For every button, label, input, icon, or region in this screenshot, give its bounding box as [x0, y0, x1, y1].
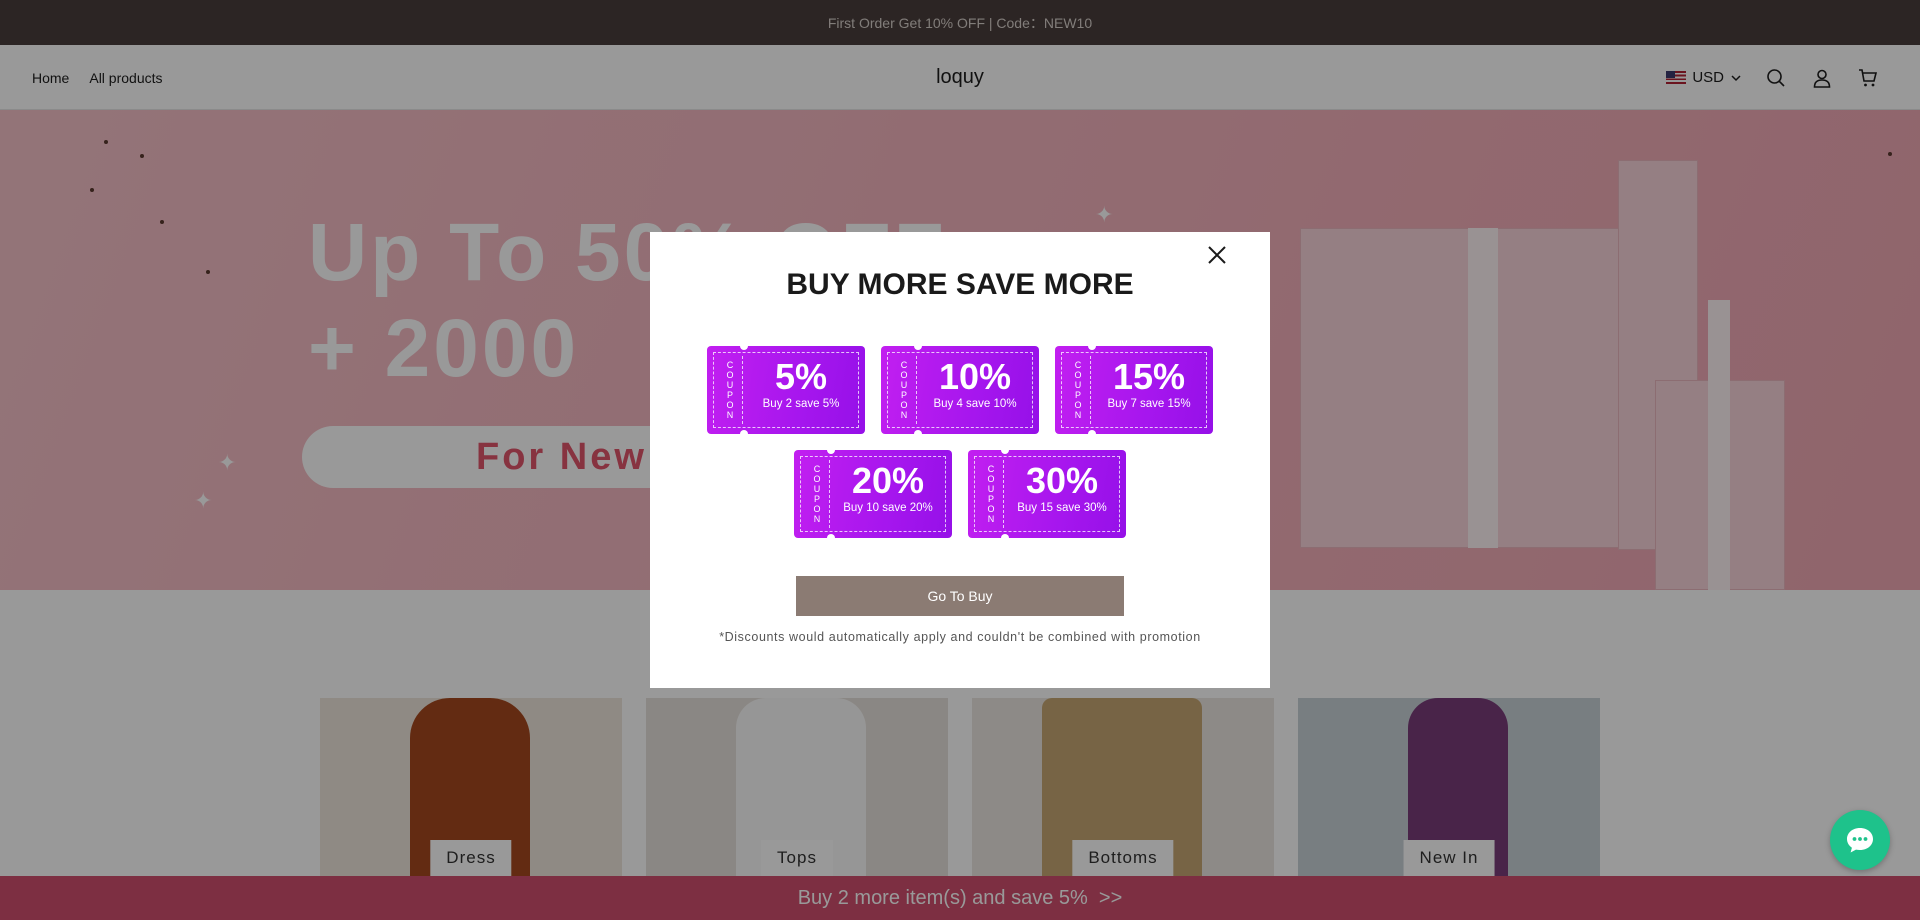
sticky-bar-text: Buy 2 more item(s) and save 5% >> — [797, 886, 1123, 909]
coupon-notch — [914, 342, 922, 350]
coupon-card[interactable]: COUPON 30% Buy 15 save 30% — [968, 446, 1126, 542]
coupon-stub: COUPON — [804, 460, 830, 528]
coupon-description: Buy 4 save 10% — [933, 398, 1017, 410]
coupon-notch — [1088, 342, 1096, 350]
coupon-notch — [827, 534, 835, 542]
coupon-card[interactable]: COUPON 15% Buy 7 save 15% — [1055, 342, 1213, 438]
coupon-card[interactable]: COUPON 10% Buy 4 save 10% — [881, 342, 1039, 438]
coupon-stub-text: COUPON — [899, 360, 909, 420]
coupon-stub-text: COUPON — [812, 464, 822, 524]
coupon-stub-text: COUPON — [1073, 360, 1083, 420]
coupon-stub: COUPON — [891, 356, 917, 424]
chat-button[interactable] — [1830, 810, 1890, 870]
coupon-percent: 20% — [851, 460, 925, 501]
promo-modal: BUY MORE SAVE MORE COUPON 5% Buy 2 save … — [650, 232, 1270, 688]
coupon-notch — [1001, 534, 1009, 542]
coupon-percent: 30% — [1025, 460, 1099, 501]
discount-note: *Discounts would automatically apply and… — [719, 630, 1201, 644]
chat-bubble-icon — [1847, 828, 1873, 853]
coupon-description: Buy 15 save 30% — [1017, 502, 1107, 514]
close-icon[interactable] — [1202, 240, 1232, 270]
modal-title: BUY MORE SAVE MORE — [786, 268, 1134, 301]
coupon-notch — [914, 430, 922, 438]
coupon-percent: 10% — [938, 356, 1012, 397]
coupon-notch — [740, 430, 748, 438]
coupon-notch — [740, 342, 748, 350]
coupon-notch — [1001, 446, 1009, 454]
coupon-percent: 5% — [774, 356, 828, 397]
coupon-description: Buy 10 save 20% — [843, 502, 933, 514]
coupon-stub: COUPON — [717, 356, 743, 424]
coupon-stub: COUPON — [1065, 356, 1091, 424]
coupon-stub-text: COUPON — [725, 360, 735, 420]
go-to-buy-button[interactable]: Go To Buy — [796, 576, 1124, 616]
coupon-description: Buy 2 save 5% — [762, 398, 840, 410]
coupon-stub-text: COUPON — [986, 464, 996, 524]
coupon-notch — [827, 446, 835, 454]
coupon-description: Buy 7 save 15% — [1107, 398, 1191, 410]
coupon-percent: 15% — [1112, 356, 1186, 397]
coupon-notch — [1088, 430, 1096, 438]
coupon-card[interactable]: COUPON 20% Buy 10 save 20% — [794, 446, 952, 542]
discount-sticky-bar[interactable]: Buy 2 more item(s) and save 5% >> — [0, 876, 1920, 920]
coupon-stub: COUPON — [978, 460, 1004, 528]
coupon-card[interactable]: COUPON 5% Buy 2 save 5% — [707, 342, 865, 438]
